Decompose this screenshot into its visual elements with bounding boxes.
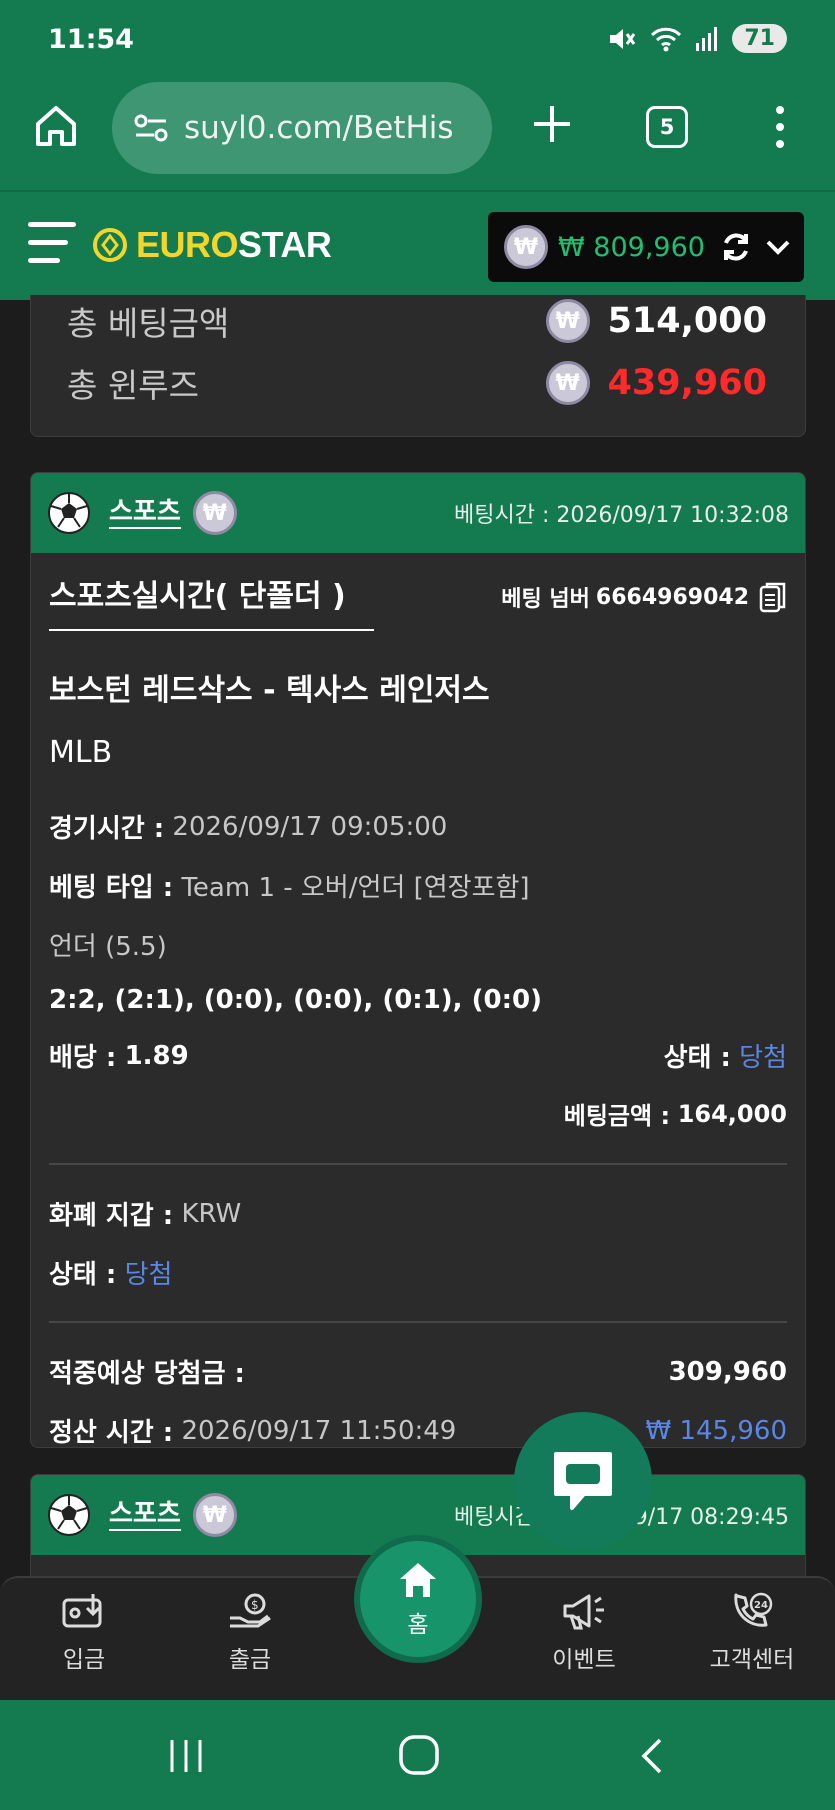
bet-category: 스포츠 — [109, 497, 181, 529]
hamburger-menu-icon[interactable] — [28, 222, 78, 266]
deposit-icon — [62, 1594, 102, 1628]
balance-box[interactable]: ₩ ₩ 809,960 — [488, 212, 804, 282]
league-name: MLB — [49, 735, 113, 770]
chat-icon — [554, 1452, 612, 1510]
nav-home-button[interactable]: 홈 — [354, 1535, 482, 1663]
address-bar[interactable]: suyl0.com/BetHis — [112, 82, 492, 174]
android-home-icon[interactable] — [398, 1734, 440, 1776]
bet-category: 스포츠 — [109, 1499, 181, 1531]
url-text: suyl0.com/BetHis — [184, 110, 454, 146]
browser-menu-icon[interactable] — [768, 106, 792, 148]
support-24-icon: 24 — [734, 1592, 773, 1627]
svg-text:24: 24 — [754, 1600, 768, 1611]
odds-status-row: 배당 : 1.89 상태 : 당첨 — [49, 1037, 787, 1074]
bet-time: 베팅시간 : 2026/09/17 10:32:08 — [454, 503, 789, 528]
eurostar-logo[interactable]: EUROSTAR — [90, 224, 332, 266]
nav-deposit[interactable]: 입금 — [29, 1592, 139, 1674]
divider — [49, 1321, 787, 1323]
android-navigation-bar — [0, 1700, 835, 1810]
score: 2:2, (2:1), (0:0), (0:0), (0:1), (0:0) — [49, 985, 542, 1015]
status-bar: 11:54 71 — [0, 0, 835, 80]
odds: 1.89 — [124, 1040, 189, 1071]
site-settings-icon[interactable] — [134, 113, 168, 143]
total-winloss-value: 439,960 — [607, 363, 767, 403]
nav-home-label: 홈 — [407, 1612, 429, 1638]
tab-switcher-button[interactable]: 5 — [646, 106, 688, 148]
nav-withdraw[interactable]: $ 출금 — [195, 1592, 305, 1674]
status-icons: 71 — [608, 24, 787, 53]
copy-icon[interactable] — [759, 581, 787, 613]
home-icon — [400, 1563, 436, 1597]
nav-support[interactable]: 24 고객센터 — [697, 1592, 807, 1674]
bet-type-row: 베팅 타입 : Team 1 - 오버/언더 [연장포함] — [49, 867, 787, 904]
svg-text:$: $ — [251, 1598, 259, 1612]
game-time-row: 경기시간 : 2026/09/17 09:05:00 — [49, 811, 448, 845]
wifi-icon — [651, 27, 682, 51]
balance-amount: ₩ 809,960 — [558, 231, 705, 263]
mute-icon — [610, 28, 636, 49]
pick-row: 언더 (5.5) — [49, 926, 787, 963]
bet-type-title: 스포츠실시간( 단폴더 ) — [49, 571, 374, 631]
recent-apps-icon[interactable] — [166, 1736, 206, 1776]
bet-amount: 164,000 — [677, 1099, 787, 1128]
won-coin-icon: ₩ — [192, 491, 237, 535]
android-back-icon[interactable] — [636, 1736, 666, 1776]
status-row: 상태 : 당첨 — [49, 1254, 787, 1291]
nav-event[interactable]: 이벤트 — [529, 1592, 639, 1674]
score-row: 2:2, (2:1), (0:0), (0:0), (0:1), (0:0) — [49, 985, 787, 1015]
logo-text: EUROSTAR — [136, 224, 332, 265]
status-time: 11:54 — [48, 24, 134, 55]
bet-number: 베팅 넘버 6664969042 — [501, 581, 787, 631]
won-coin-icon: ₩ — [192, 1493, 237, 1537]
game-time: 2026/09/17 09:05:00 — [172, 811, 448, 842]
match-title: 보스턴 레드삭스 - 텍사스 레인저스 — [49, 673, 490, 708]
bet-amount-row: 베팅금액 : 164,000 — [563, 1099, 787, 1131]
bet-status: 당첨 — [739, 1043, 787, 1073]
bet-card-header: 스포츠 ₩ 베팅시간 : 2026/09/17 10:32:08 — [31, 473, 805, 553]
settle-time: 2026/09/17 11:50:49 — [181, 1415, 457, 1446]
refresh-icon[interactable] — [719, 230, 753, 264]
total-bet-row: 총 베팅금액 ₩ 514,000 — [67, 297, 767, 345]
total-bet-label: 총 베팅금액 — [67, 304, 230, 343]
browser-toolbar: suyl0.com/BetHis 5 — [0, 80, 835, 192]
chevron-down-icon[interactable] — [763, 232, 793, 262]
total-bet-value: 514,000 — [607, 301, 767, 341]
profit-amount: ₩ 145,960 — [645, 1415, 788, 1446]
expected-win-row: 적중예상 당첨금 : 309,960 — [49, 1356, 787, 1390]
total-winloss-row: 총 윈루즈 ₩ 439,960 — [67, 359, 767, 407]
withdraw-icon: $ — [230, 1593, 271, 1628]
currency: KRW — [181, 1198, 242, 1229]
currency-row: 화폐 지갑 : KRW — [49, 1198, 242, 1232]
battery-indicator: 71 — [732, 24, 787, 53]
live-chat-button[interactable] — [514, 1412, 652, 1550]
won-coin-icon: ₩ — [504, 225, 548, 269]
site-header: EUROSTAR ₩ ₩ 809,960 — [0, 192, 835, 300]
bet-history-card: 스포츠 ₩ 베팅시간 : 2026/09/17 10:32:08 스포츠실시간(… — [30, 472, 806, 1448]
browser-home-icon[interactable] — [32, 102, 80, 150]
won-coin-icon: ₩ — [545, 299, 590, 343]
won-coin-icon: ₩ — [545, 361, 590, 405]
settle-status: 당첨 — [124, 1260, 173, 1290]
soccer-ball-icon — [48, 1494, 90, 1536]
divider — [49, 1163, 787, 1165]
expected-win: 309,960 — [668, 1356, 787, 1387]
signal-icon — [696, 26, 718, 51]
bet-pick: 언더 (5.5) — [49, 932, 167, 962]
settle-time-row: 정산 시간 : 2026/09/17 11:50:49 ₩ 145,960 — [49, 1415, 788, 1448]
total-winloss-label: 총 윈루즈 — [67, 366, 199, 405]
new-tab-icon[interactable] — [530, 102, 574, 146]
bet-summary-card: 총 베팅금액 ₩ 514,000 총 윈루즈 ₩ 439,960 — [30, 295, 806, 437]
megaphone-icon — [563, 1594, 604, 1630]
logo-mark-icon — [93, 228, 127, 262]
bet-type: Team 1 - 오버/언더 [연장포함] — [181, 873, 530, 903]
soccer-ball-icon — [48, 492, 90, 534]
